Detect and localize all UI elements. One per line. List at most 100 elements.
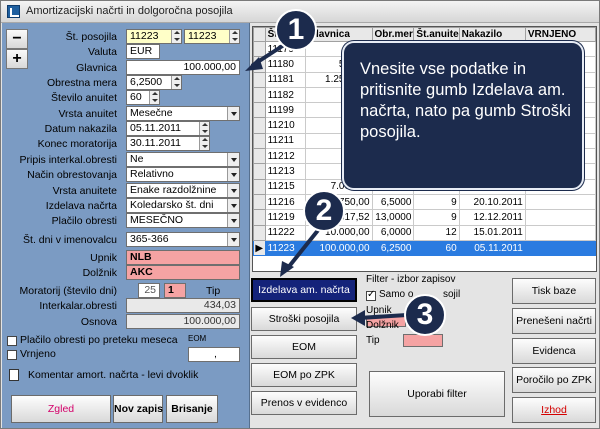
column-header[interactable] [253, 27, 266, 42]
row-selector[interactable] [253, 178, 266, 195]
table-row[interactable]: 11222 10.000,00 6,0000 12 15.01.2011 [253, 224, 596, 241]
eom-button[interactable]: EOM [251, 335, 357, 359]
row-selector[interactable] [253, 193, 266, 211]
chevron-down-icon[interactable] [227, 199, 239, 212]
print-database-button[interactable]: Tisk baze [512, 278, 596, 304]
chevron-down-icon[interactable] [227, 168, 239, 181]
day-count-select[interactable]: 365-366 [126, 232, 240, 247]
annuity-kind-select[interactable]: Enake razdolžnine [126, 183, 240, 198]
table-cell[interactable]: 05.11.2011 [458, 239, 526, 257]
moratorium-type-field[interactable]: 1 [164, 283, 186, 298]
zpk-report-button[interactable]: Poročilo po ZPK [512, 367, 596, 393]
table-cell[interactable]: 11210 [264, 117, 307, 134]
debtor-field[interactable]: AKC [126, 265, 240, 280]
annuity-count-field[interactable]: 60 [126, 90, 160, 105]
creditor-field[interactable]: NLB [126, 250, 240, 265]
table-cell[interactable] [524, 193, 596, 211]
table-cell[interactable]: 9 [413, 209, 460, 226]
row-selector[interactable] [253, 56, 266, 73]
table-cell[interactable]: 11222 [264, 224, 307, 241]
moratorium-end-field[interactable]: 30.11.2011 [126, 136, 210, 151]
table-cell[interactable] [524, 239, 596, 257]
row-selector[interactable] [253, 71, 266, 88]
column-header[interactable]: Obr.mer [371, 27, 415, 42]
interest-posting-select[interactable]: Ne [126, 152, 240, 167]
table-cell[interactable]: 11182 [264, 86, 307, 104]
row-selector[interactable] [253, 163, 266, 180]
row-selector[interactable] [253, 148, 266, 165]
payout-date-field[interactable]: 05.11.2011 [126, 121, 210, 136]
loan-costs-button[interactable]: Stroški posojila [251, 307, 357, 331]
table-cell[interactable]: 11181 [264, 71, 307, 88]
table-cell[interactable]: 11180 [264, 56, 307, 73]
apply-filter-button[interactable]: Uporabi filter [369, 371, 505, 417]
exit-button[interactable]: Izhod [512, 397, 596, 423]
spin-icon[interactable] [199, 137, 209, 150]
column-header[interactable]: Nakazilo [458, 27, 526, 42]
table-cell[interactable]: 11215 [264, 178, 307, 195]
spin-icon[interactable] [171, 30, 181, 43]
principal-field[interactable]: 100.000,00 [126, 60, 240, 75]
row-selector[interactable] [253, 224, 266, 241]
row-selector[interactable] [253, 102, 266, 119]
table-cell[interactable]: 11211 [264, 132, 307, 150]
table-cell[interactable]: 11223 [264, 239, 307, 257]
row-selector[interactable] [253, 40, 266, 58]
plan-build-select[interactable]: Koledarsko št. dni [126, 198, 240, 213]
eom-zpk-button[interactable]: EOM po ZPK [251, 363, 357, 387]
records-button[interactable]: Evidenca [512, 338, 596, 364]
column-header[interactable]: VRNJENO [524, 27, 596, 42]
pay-after-month-checkbox[interactable] [7, 336, 17, 346]
comment-label[interactable]: Komentar amort. načrta - levi dvoklik [28, 369, 198, 381]
delete-button[interactable]: Brisanje [166, 395, 218, 423]
table-cell[interactable]: 11219 [264, 209, 307, 226]
table-cell[interactable]: 6,5000 [371, 193, 415, 211]
column-header[interactable]: Št.anuite [413, 27, 460, 42]
table-cell[interactable]: 20.10.2011 [458, 193, 526, 211]
remove-record-button[interactable]: − [6, 29, 28, 49]
only-open-checkbox[interactable] [366, 289, 376, 301]
new-record-button[interactable]: Nov zapis [113, 395, 163, 423]
moratorium-days-field[interactable]: 25 [138, 283, 160, 298]
annuity-type-select[interactable]: Mesečne [126, 106, 240, 121]
table-cell[interactable]: 6,2500 [371, 239, 415, 257]
spin-icon[interactable] [229, 30, 239, 43]
returned-checkbox[interactable] [7, 350, 17, 360]
table-cell[interactable]: 11213 [264, 163, 307, 180]
table-cell[interactable] [524, 224, 596, 241]
spin-icon[interactable] [149, 91, 159, 104]
chevron-down-icon[interactable] [227, 107, 239, 120]
loan-number-to-field[interactable]: 11223 [184, 29, 240, 44]
currency-field[interactable]: EUR [126, 44, 160, 59]
table-cell[interactable]: 15.01.2011 [458, 224, 526, 241]
loan-number-from-field[interactable]: 11223 [126, 29, 182, 44]
interest-rate-field[interactable]: 6,2500 [126, 75, 182, 90]
table-cell[interactable]: 11216 [264, 193, 307, 211]
eom-field[interactable]: , [188, 347, 240, 362]
table-row[interactable]: ▶ 11223 100.000,00 6,2500 60 05.11.2011 [253, 239, 596, 257]
spin-icon[interactable] [199, 122, 209, 135]
table-cell[interactable] [524, 209, 596, 226]
table-cell[interactable]: 12 [413, 224, 460, 241]
current-row-indicator-icon[interactable]: ▶ [253, 239, 266, 257]
chevron-down-icon[interactable] [227, 214, 239, 227]
chevron-down-icon[interactable] [227, 233, 239, 246]
table-cell[interactable]: 9 [413, 193, 460, 211]
row-selector[interactable] [253, 132, 266, 150]
interest-payment-select[interactable]: MESEČNO [126, 213, 240, 228]
spin-icon[interactable] [171, 76, 181, 89]
table-cell[interactable]: 11199 [264, 102, 307, 119]
interest-method-select[interactable]: Relativno [126, 167, 240, 182]
build-plan-button[interactable]: Izdelava am. načrta [251, 278, 357, 302]
table-cell[interactable]: 12.12.2011 [458, 209, 526, 226]
chevron-down-icon[interactable] [227, 184, 239, 197]
row-selector[interactable] [253, 86, 266, 104]
chevron-down-icon[interactable] [227, 153, 239, 166]
add-record-button[interactable]: + [6, 49, 28, 69]
table-cell[interactable]: 100.000,00 [305, 239, 373, 257]
table-cell[interactable]: 60 [413, 239, 460, 257]
table-cell[interactable]: 6,0000 [371, 224, 415, 241]
row-selector[interactable] [253, 209, 266, 226]
transferred-plans-button[interactable]: Prenešeni načrti [512, 308, 596, 334]
table-cell[interactable]: 13,0000 [371, 209, 415, 226]
